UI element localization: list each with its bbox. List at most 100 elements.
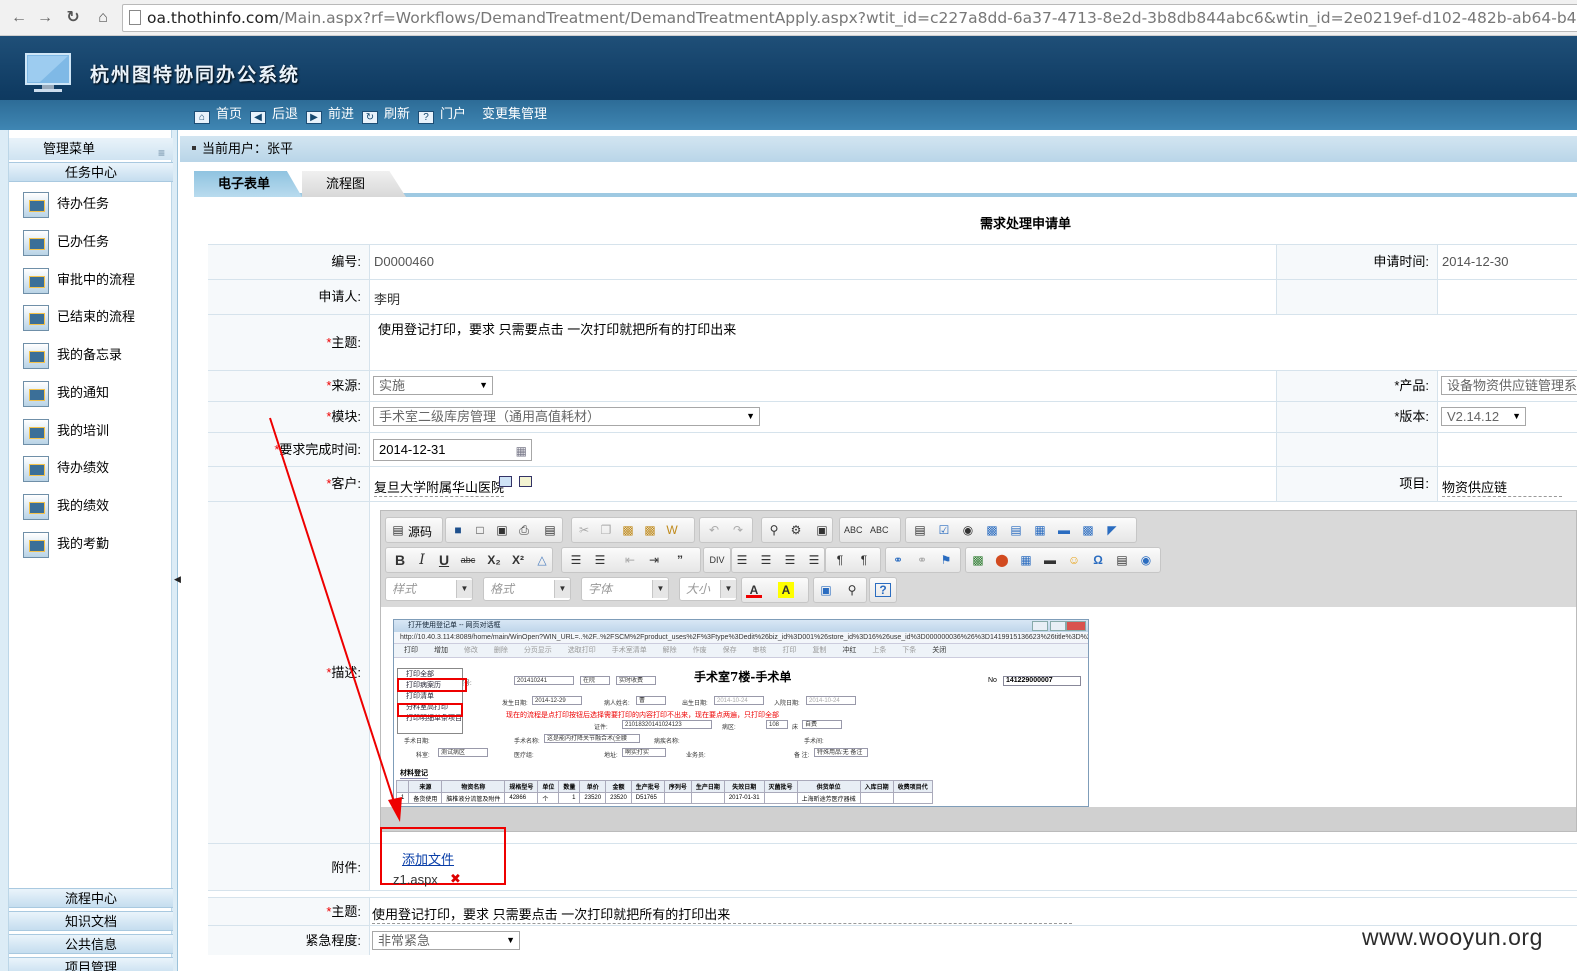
nav-portal[interactable]: ? 门户	[418, 103, 466, 125]
sidebar-item-done[interactable]: 已办任务	[23, 228, 163, 256]
redo-icon[interactable]: ↷	[730, 522, 746, 538]
sidebar-item-notice[interactable]: 我的通知	[23, 379, 163, 407]
contact-card-icon[interactable]	[519, 476, 532, 487]
paste-text-icon[interactable]: ▩	[642, 522, 658, 538]
source-button[interactable]: 源码	[408, 523, 432, 540]
paste-word-icon[interactable]: W	[664, 522, 680, 538]
reload-icon[interactable]: ↻	[62, 7, 84, 29]
due-date-input[interactable]: 2014-12-31 ▦	[373, 439, 532, 461]
select-all-icon[interactable]: ▣	[814, 522, 830, 538]
attached-file-name[interactable]: z1.aspx	[393, 872, 438, 887]
superscript-icon[interactable]: X²	[510, 552, 526, 568]
paste-icon[interactable]: ▩	[620, 522, 636, 538]
style-combo[interactable]: 样式 ▼	[385, 577, 473, 601]
delete-file-icon[interactable]: ✖	[450, 871, 461, 887]
format-combo[interactable]: 格式 ▼	[483, 577, 571, 601]
ltr-icon[interactable]: ¶	[832, 552, 848, 568]
subject2-input[interactable]: 使用登记打印，要求 只需要点击 一次打印就把所有的打印出来	[372, 904, 1072, 924]
bold-icon[interactable]: B	[392, 552, 408, 568]
section-project[interactable]: 项目管理	[9, 957, 173, 971]
nav-home[interactable]: ⌂ 首页	[194, 103, 242, 125]
sidebar-item-my-perf[interactable]: 我的绩效	[23, 492, 163, 520]
sidebar-item-todo[interactable]: 待办任务	[23, 190, 163, 218]
font-combo[interactable]: 字体 ▼	[581, 577, 669, 601]
italic-icon[interactable]: I	[414, 552, 430, 568]
sidebar-item-approving[interactable]: 审批中的流程	[23, 266, 163, 294]
templates-icon[interactable]: ▤	[542, 522, 558, 538]
save-icon[interactable]: ■	[450, 522, 466, 538]
urgency-select[interactable]: 非常紧急 ▼	[372, 931, 520, 950]
cut-icon[interactable]: ✂	[576, 522, 592, 538]
rtl-icon[interactable]: ¶	[856, 552, 872, 568]
text-color-icon[interactable]: A	[746, 582, 762, 598]
sidebar-item-attendance[interactable]: 我的考勤	[23, 530, 163, 558]
indent-icon[interactable]: ⇥	[646, 552, 662, 568]
align-justify-icon[interactable]: ☰	[806, 552, 822, 568]
source-select[interactable]: 实施 ▼	[373, 376, 493, 395]
copy-icon[interactable]: ❐	[598, 522, 614, 538]
add-file-link[interactable]: 添加文件	[402, 849, 454, 868]
remove-format-icon[interactable]: △	[534, 552, 550, 568]
print-icon[interactable]: ⎙	[516, 522, 532, 538]
unlink-icon[interactable]: ⚭	[914, 552, 930, 568]
link-icon[interactable]: ⚭	[890, 552, 906, 568]
sidebar-item-finished[interactable]: 已结束的流程	[23, 303, 163, 331]
version-select[interactable]: V2.14.12 ▼	[1441, 407, 1526, 426]
forward-arrow-icon[interactable]: →	[34, 7, 56, 29]
show-blocks-icon[interactable]: ⚲	[844, 582, 860, 598]
editor-content-area[interactable]: 打开使用登记单 -- 网页对话框 http://10.40.3.114:8089…	[381, 607, 1576, 831]
iframe-globe-icon[interactable]: ◉	[1138, 552, 1154, 568]
outdent-icon[interactable]: ⇤	[622, 552, 638, 568]
form-icon[interactable]: ▤	[912, 522, 928, 538]
smiley-icon[interactable]: ☺	[1066, 552, 1082, 568]
textfield-icon[interactable]: ▩	[984, 522, 1000, 538]
book-icon[interactable]	[499, 476, 512, 487]
spellcheck-auto-icon[interactable]: ABC	[870, 522, 889, 538]
div-container-icon[interactable]: DIV	[709, 552, 725, 568]
image-button-icon[interactable]: ▩	[1080, 522, 1096, 538]
module-select[interactable]: 手术室二级库房管理（通用高值耗材） ▼	[373, 407, 760, 426]
sidebar-item-memo[interactable]: 我的备忘录	[23, 341, 163, 369]
align-right-icon[interactable]: ☰	[782, 552, 798, 568]
nav-back[interactable]: ◀ 后退	[250, 103, 298, 125]
help-icon[interactable]: ?	[875, 583, 891, 597]
sidebar-item-todo-perf[interactable]: 待办绩效	[23, 454, 163, 482]
nav-forward[interactable]: ▶ 前进	[306, 103, 354, 125]
subscript-icon[interactable]: X₂	[486, 552, 502, 568]
section-knowledge[interactable]: 知识文档	[9, 911, 173, 931]
hidden-field-icon[interactable]: ◤	[1104, 522, 1120, 538]
textarea-icon[interactable]: ▤	[1008, 522, 1024, 538]
align-left-icon[interactable]: ☰	[734, 552, 750, 568]
table-icon[interactable]: ▦	[1018, 552, 1034, 568]
sidebar-collapse-arrow-icon[interactable]: ◀	[174, 574, 181, 585]
image-icon[interactable]: ▩	[970, 552, 986, 568]
subject-input[interactable]: 使用登记打印，要求 只需要点击 一次打印就把所有的打印出来	[378, 319, 736, 338]
align-center-icon[interactable]: ☰	[758, 552, 774, 568]
calendar-icon[interactable]: ▦	[516, 441, 527, 460]
nav-changeset[interactable]: 变更集管理	[482, 103, 547, 125]
undo-icon[interactable]: ↶	[706, 522, 722, 538]
checkbox-icon[interactable]: ☑	[936, 522, 952, 538]
select-field-icon[interactable]: ▦	[1032, 522, 1048, 538]
special-char-icon[interactable]: Ω	[1090, 552, 1106, 568]
find-icon[interactable]: ⚲	[766, 522, 782, 538]
section-process-center[interactable]: 流程中心	[9, 888, 173, 908]
nav-refresh[interactable]: ↻ 刷新	[362, 103, 410, 125]
home-icon[interactable]: ⌂	[92, 7, 114, 29]
size-combo[interactable]: 大小 ▼	[679, 577, 737, 601]
new-page-icon[interactable]: □	[472, 522, 488, 538]
replace-icon[interactable]: ⚙	[788, 522, 804, 538]
section-task-center[interactable]: 任务中心	[9, 162, 173, 182]
tab-flowchart[interactable]: 流程图	[302, 171, 406, 197]
maximize-icon[interactable]: ▣	[818, 582, 834, 598]
anchor-flag-icon[interactable]: ⚑	[938, 552, 954, 568]
bullet-list-icon[interactable]: ☰	[592, 552, 608, 568]
numbered-list-icon[interactable]: ☰	[568, 552, 584, 568]
page-break-icon[interactable]: ▤	[1114, 552, 1130, 568]
preview-icon[interactable]: ▣	[494, 522, 510, 538]
product-select[interactable]: 设备物资供应链管理系	[1441, 376, 1577, 395]
spellcheck-icon[interactable]: ABC	[844, 522, 863, 538]
horizontal-rule-icon[interactable]: ▬	[1042, 552, 1058, 568]
flash-icon[interactable]: ⬤	[994, 552, 1010, 568]
menu-collapse-icon[interactable]: ≡	[158, 142, 165, 164]
